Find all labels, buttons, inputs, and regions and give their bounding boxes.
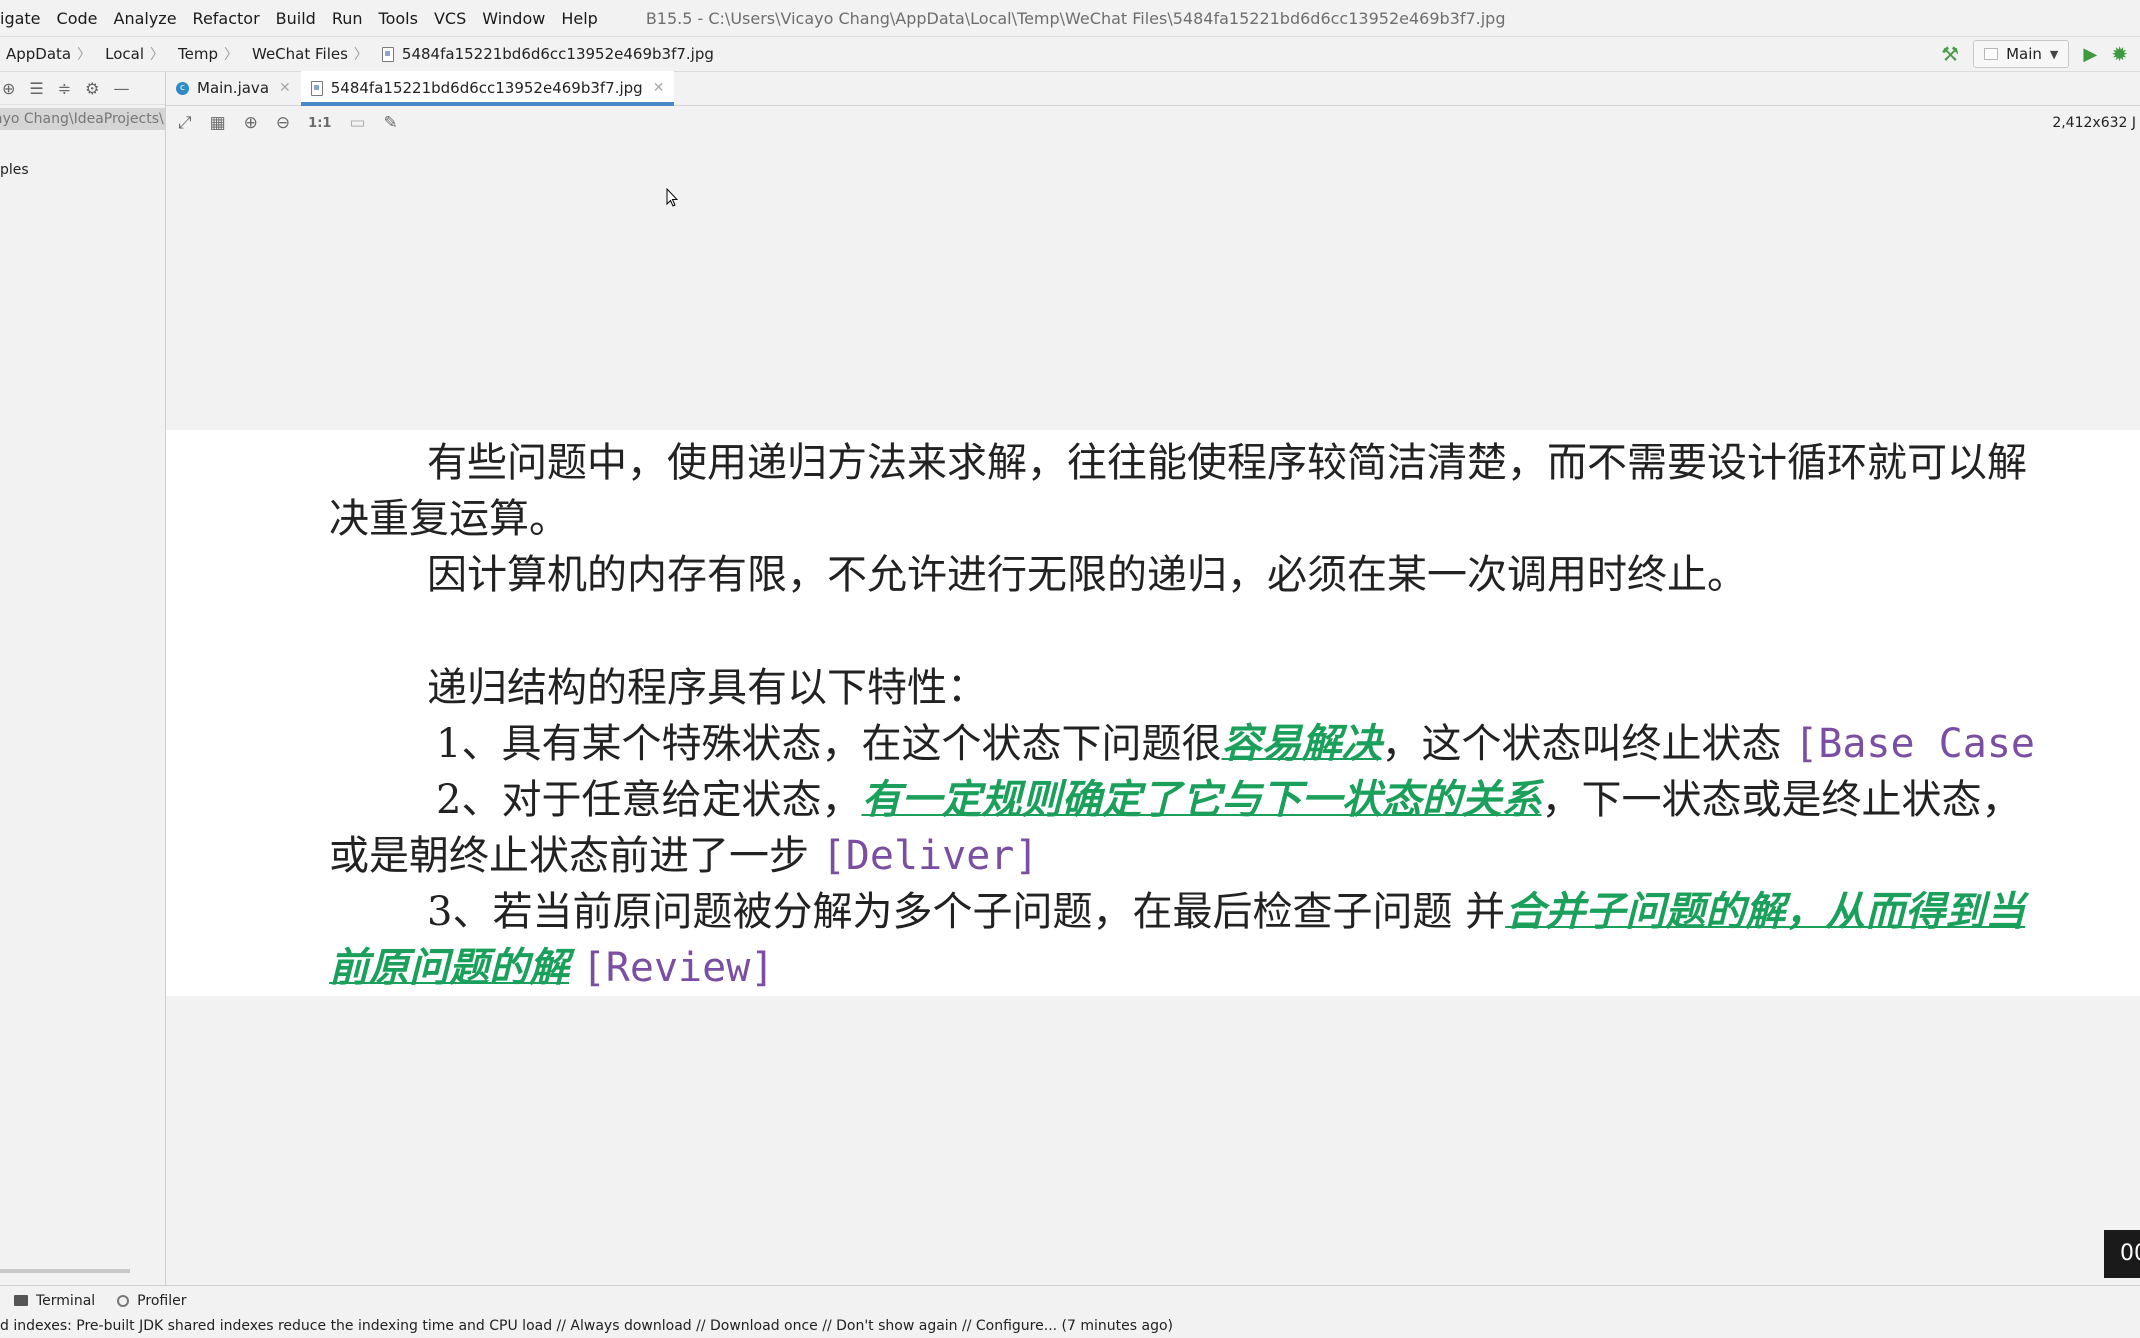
close-icon[interactable]: ✕ (279, 80, 291, 96)
highlight-text: 有一定规则确定了它与下一状态的关系 (861, 776, 1542, 823)
collapse-all-icon[interactable]: ≑ (58, 79, 71, 98)
menu-run[interactable]: Run (324, 9, 371, 28)
image-text-line-8: 3、若当前原问题被分解为多个子问题，在最后检查子问题 并合并子问题的解，从而得到… (427, 879, 2025, 937)
breadcrumb-label: AppData (6, 45, 72, 63)
menu-vcs[interactable]: VCS (426, 9, 474, 28)
image-text-line-7: 或是朝终止状态前进了一步 [Deliver] (329, 823, 1038, 881)
menu-build[interactable]: Build (268, 9, 324, 28)
image-text-line-4: 递归结构的程序具有以下特性： (427, 665, 987, 711)
breadcrumb-local[interactable]: Local 〉 (99, 44, 172, 64)
breadcrumb-label: Local (105, 45, 145, 63)
tab-main-java[interactable]: c Main.java ✕ (166, 71, 301, 105)
image-text-line-3: 因计算机的内存有限，不允许进行无限的递归，必须在某一次调用时终止。 (427, 552, 1747, 598)
java-class-icon: c (176, 81, 189, 95)
tool-tab-label: Profiler (137, 1292, 187, 1309)
editor-tabs: c Main.java ✕ 5484fa15221bd6d6cc13952e46… (166, 71, 2140, 106)
sidebar-tree-item[interactable]: ples (0, 162, 29, 178)
breadcrumb-label: WeChat Files (252, 45, 348, 63)
tool-tab-terminal[interactable]: Terminal (14, 1293, 95, 1309)
image-file-icon (381, 46, 394, 62)
timer-overlay: 00 (2104, 1230, 2140, 1278)
text-segment: ，这个状态叫终止状态 (1381, 721, 1782, 767)
image-text-line-5: 1、具有某个特殊状态，在这个状态下问题很容易解决，这个状态叫终止状态 [Base… (436, 711, 2035, 769)
tab-label: Main.java (197, 79, 270, 97)
chevron-right-icon: 〉 (224, 47, 238, 63)
menu-analyze[interactable]: Analyze (106, 9, 185, 28)
text-segment: 2、对于任意给定状态， (436, 777, 862, 823)
chevron-down-icon: ▼ (2049, 47, 2059, 61)
menu-help[interactable]: Help (553, 9, 605, 28)
debug-bug-icon[interactable]: ✹ (2111, 42, 2128, 66)
project-sidebar: ⊕ ☰ ≑ ⚙ — ayo Chang\IdeaProjects\ ples (0, 72, 166, 1285)
menu-bar: igate Code Analyze Refactor Build Run To… (0, 0, 2140, 36)
text-segment: ，下一状态或是终止状态， (1541, 777, 2022, 823)
application-config-icon (1984, 48, 1999, 60)
grid-toggle-icon[interactable]: ▦ (210, 113, 226, 133)
navigation-bar: AppData 〉 Local 〉 Temp 〉 WeChat Files 〉 5484… (0, 36, 2140, 72)
minimize-icon[interactable]: — (114, 79, 130, 98)
run-config-label: Main (2006, 45, 2042, 63)
fit-to-window-icon[interactable]: ⤢ (178, 113, 192, 133)
terminal-icon (14, 1295, 28, 1306)
tool-tab-profiler[interactable]: Profiler (117, 1293, 186, 1309)
highlight-text: 前原问题的解 (329, 944, 569, 991)
menu-window[interactable]: Window (474, 9, 553, 28)
tool-window-bar: Terminal Profiler (0, 1285, 2140, 1315)
image-viewer-toolbar: ⤢ ▦ ⊕ ⊖ 1:1 ▭ ✎ (166, 107, 2140, 139)
text-segment: 或是朝终止状态前进了一步 (329, 833, 809, 879)
locate-target-icon[interactable]: ⊕ (2, 79, 15, 98)
displayed-image: 有些问题中，使用递归方法来求解，往往能使程序较简洁清楚，而不需要设计循环就可以解… (166, 430, 2140, 996)
chevron-right-icon: 〉 (150, 47, 165, 63)
status-bar-message[interactable]: d indexes: Pre-built JDK shared indexes … (0, 1315, 2140, 1338)
breadcrumb-label: Temp (178, 45, 218, 63)
tag-base-case: [Base Case (1794, 721, 2035, 767)
sidebar-toolbar: ⊕ ☰ ≑ ⚙ — (0, 72, 165, 105)
tab-image-file[interactable]: 5484fa15221bd6d6cc13952e469b3f7.jpg ✕ (300, 71, 675, 106)
chevron-right-icon: 〉 (353, 47, 368, 63)
actual-size-button[interactable]: 1:1 (308, 116, 331, 131)
image-text-line-9: 前原问题的解 [Review] (329, 935, 774, 993)
breadcrumb-label: 5484fa15221bd6d6cc13952e469b3f7.jpg (401, 45, 714, 63)
menu-tools[interactable]: Tools (371, 9, 426, 28)
highlight-text: 容易解决 (1221, 720, 1382, 767)
tab-label: 5484fa15221bd6d6cc13952e469b3f7.jpg (330, 79, 643, 97)
breadcrumb-wechat-files[interactable]: WeChat Files 〉 (246, 44, 376, 64)
run-toolbar: ⚒ Main ▼ ▶ ✹ (1941, 36, 2140, 72)
menu-refactor[interactable]: Refactor (185, 9, 268, 28)
menu-navigate[interactable]: igate (0, 9, 49, 28)
zoom-in-icon[interactable]: ⊕ (244, 113, 258, 133)
tool-tab-label: Terminal (36, 1292, 96, 1309)
mouse-cursor-icon (666, 188, 678, 207)
tag-deliver: [Deliver] (821, 833, 1039, 879)
highlight-text: 合并子问题的解，从而得到当 (1505, 888, 2026, 935)
color-picker-icon[interactable]: ✎ (384, 113, 398, 133)
image-file-icon (310, 80, 323, 96)
breadcrumb-appdata[interactable]: AppData 〉 (0, 44, 99, 64)
tag-review: [Review] (581, 945, 775, 991)
image-text-line-2: 决重复运算。 (329, 496, 569, 542)
window-title: B15.5 - C:\Users\Vicayo Chang\AppData\Lo… (645, 8, 1506, 28)
image-text-line-1: 有些问题中，使用递归方法来求解，往往能使程序较简洁清楚，而不需要设计循环就可以解 (427, 440, 2027, 486)
sidebar-project-path[interactable]: ayo Chang\IdeaProjects\ (0, 108, 165, 130)
gear-icon[interactable]: ⚙ (85, 79, 99, 98)
text-segment: 1、具有某个特殊状态，在这个状态下问题很 (436, 721, 1222, 767)
close-icon[interactable]: ✕ (653, 80, 665, 96)
run-play-icon[interactable]: ▶ (2083, 44, 2097, 65)
menu-code[interactable]: Code (49, 9, 106, 28)
build-hammer-icon[interactable]: ⚒ (1941, 42, 1959, 66)
chevron-right-icon: 〉 (77, 47, 92, 63)
breadcrumb-file[interactable]: 5484fa15221bd6d6cc13952e469b3f7.jpg (376, 45, 714, 63)
sidebar-horizontal-scrollbar[interactable] (0, 1269, 130, 1273)
breadcrumb-temp[interactable]: Temp 〉 (172, 44, 246, 64)
expand-all-icon[interactable]: ☰ (29, 79, 43, 98)
image-text-line-6: 2、对于任意给定状态，有一定规则确定了它与下一状态的关系，下一状态或是终止状态， (436, 767, 2021, 825)
zoom-out-icon[interactable]: ⊖ (276, 113, 290, 133)
background-toggle-icon[interactable]: ▭ (349, 113, 365, 133)
image-info: 2,412x632 J (2052, 115, 2136, 131)
run-configuration-select[interactable]: Main ▼ (1973, 40, 2070, 68)
text-segment: 3、若当前原问题被分解为多个子问题，在最后检查子问题 并 (427, 889, 1506, 935)
profiler-icon (117, 1294, 130, 1307)
